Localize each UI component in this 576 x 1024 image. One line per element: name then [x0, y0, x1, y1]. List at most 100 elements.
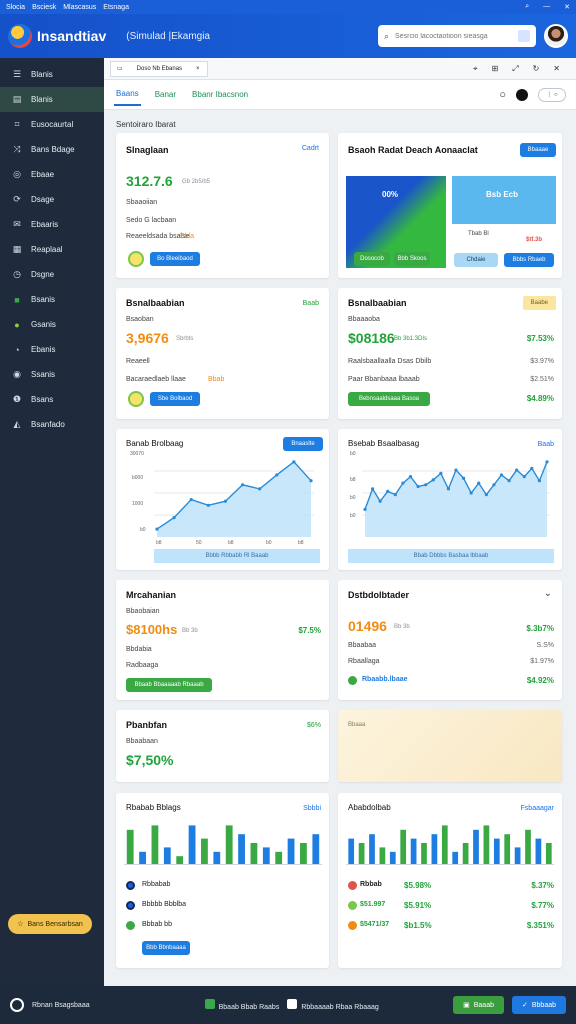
grid-icon[interactable]: ⊞ [491, 64, 498, 74]
footer-item[interactable]: Bbaab Bbab Raabs [204, 999, 279, 1011]
card-link[interactable]: Baab [303, 300, 319, 307]
card-title: Slnaglaan [126, 145, 169, 155]
card-action-button[interactable]: Bo Bleeibaod [150, 252, 200, 266]
card-title: Bsaoh Radat Deach Aonaaclat [348, 145, 478, 155]
search-icon[interactable]: ⌕ [525, 3, 529, 11]
sidebar-item-1[interactable]: ▤ Blanis [0, 87, 104, 112]
kpi-tile[interactable]: 00% Dosocob Bbb Skoos [346, 176, 446, 268]
card-action-button[interactable]: Sbe Bolbaod [150, 392, 200, 406]
kpi-tile[interactable]: Bsb Ecb [452, 176, 556, 224]
bar [452, 851, 459, 865]
card-action-button[interactable]: Bbaaae [520, 143, 556, 157]
mic-icon[interactable] [518, 30, 530, 42]
search-icon[interactable]: ○ [499, 89, 506, 101]
tab-2[interactable]: Bbanr Ibacsnon [190, 84, 250, 105]
card-link[interactable]: Sbbbi [303, 805, 321, 812]
sidebar-item-label: Dsgne [31, 270, 55, 279]
area-chart[interactable] [154, 449, 314, 537]
card-row: Bbaabaa [348, 642, 377, 649]
sidebar-item-6[interactable]: ✉ Ebaaris [0, 212, 104, 237]
card-title: Bsnalbaabian [348, 298, 407, 308]
tab-1[interactable]: Banar [153, 84, 178, 105]
row-label: Rbbab [360, 881, 382, 888]
sidebar-item-label: Reaplaal [31, 245, 63, 254]
sidebar-item-8[interactable]: ◷ Dsgne [0, 262, 104, 287]
refresh-icon[interactable]: ↻ [533, 64, 540, 74]
data-point [363, 507, 367, 511]
settings-icon[interactable] [10, 998, 24, 1012]
close-icon[interactable]: × [196, 66, 200, 72]
close-icon[interactable]: ✕ [564, 3, 570, 11]
bar-chart[interactable] [124, 817, 322, 865]
os-menu-item[interactable]: Bsciesk [32, 4, 56, 11]
row-pct: $.351% [526, 921, 554, 930]
list-icon: ☰ [12, 69, 22, 79]
more-menu-button[interactable]: ⋮ ○ [538, 87, 566, 102]
sidebar-item-5[interactable]: ⟳ Dsage [0, 187, 104, 212]
y-tick: b0 [350, 495, 356, 501]
card-action-button[interactable]: Bbb Bbnbaaaa [142, 941, 190, 955]
sidebar-item-7[interactable]: ▦ Reaplaal [0, 237, 104, 262]
sidebar-item-label: Bsanfado [31, 420, 65, 429]
bar [358, 843, 365, 865]
sidebar-item-3[interactable]: ⤨ Bans Bdage [0, 137, 104, 162]
data-point [469, 491, 473, 495]
pin-icon[interactable]: ⌖ [473, 64, 478, 74]
sidebar-item-12[interactable]: ◉ Ssanis [0, 362, 104, 387]
minimize-icon[interactable]: — [543, 3, 550, 11]
close-icon[interactable]: ✕ [553, 64, 560, 74]
profile-icon[interactable] [516, 88, 528, 101]
kpi-tile-button[interactable]: Chdaie [454, 253, 498, 267]
data-point [240, 483, 245, 487]
bar [473, 829, 479, 865]
card-link[interactable]: Fsbaaagar [521, 805, 554, 812]
sidebar-item-0[interactable]: ☰ Blanis [0, 62, 104, 87]
sidebar-item-11[interactable]: ◔ Ebanis [0, 337, 104, 362]
chart-footer: Bbab Dbbbs Basbaa lbbaab [348, 549, 554, 563]
status-icon [128, 391, 144, 407]
card-link[interactable]: Cadrt [302, 145, 319, 152]
sidebar-item-10[interactable]: ● Gsanis [0, 312, 104, 337]
bar [525, 829, 531, 865]
bar [493, 838, 500, 865]
sidebar-item-2[interactable]: ⌗ Eusocaurtal [0, 112, 104, 137]
sidebar-item-label: Eusocaurtal [31, 120, 74, 129]
card-action-button[interactable]: Bebnsaaldsaaa Basoa [348, 392, 430, 406]
footer-button-primary[interactable]: ▣ Baaab [453, 996, 504, 1014]
promo-button[interactable]: ☆ Bans Bensarbsan [8, 914, 92, 934]
y-tick: 30070 [130, 451, 144, 457]
card-value-sub: Sbrbts [176, 336, 194, 342]
expand-icon[interactable]: ⤢ [512, 64, 518, 74]
file-tab[interactable]: ▭ Doso Nb Ebanas × [110, 60, 208, 77]
footer-item[interactable]: Rbbaaaab Rbaa Rbaaag [287, 999, 379, 1011]
bar [262, 847, 270, 865]
card-action-button[interactable]: Bbaab Bbaaaaab Rbaaab [126, 678, 212, 692]
sidebar-item-14[interactable]: ◭ Bsanfado [0, 412, 104, 437]
kpi-tile-button[interactable]: Dosocob [354, 252, 390, 266]
data-point [537, 479, 542, 483]
os-menu-item[interactable]: Etsnaga [103, 4, 129, 11]
sidebar-item-13[interactable]: ❶ Bsans [0, 387, 104, 412]
row-mid: $b1.5% [404, 921, 432, 930]
data-point [386, 489, 390, 493]
kpi-tile-button[interactable]: Bbbs Rbaeb [504, 253, 554, 267]
card-link[interactable]: Baab [538, 441, 554, 448]
search-input[interactable] [395, 32, 513, 40]
row-pct: $.37% [531, 881, 554, 890]
tab-0[interactable]: Baans [114, 83, 141, 106]
search-box[interactable]: ⌕ [378, 25, 536, 47]
os-menu-item[interactable]: Mlascasus [63, 4, 96, 11]
sidebar-item-4[interactable]: ◎ Ebaae [0, 162, 104, 187]
promo-label: Bans Bensarbsan [27, 920, 83, 928]
os-menu-item[interactable]: Slocia [6, 4, 25, 11]
chevron-down-icon[interactable]: ⌄ [544, 588, 552, 599]
user-avatar[interactable] [544, 24, 568, 48]
footer-button-secondary[interactable]: ✓ Bbbaab [511, 996, 566, 1014]
kpi-tile-button[interactable]: Bbb Skoos [394, 252, 430, 266]
sidebar-item-9[interactable]: ■ Bsanis [0, 287, 104, 312]
card-row-pct: $4.92% [526, 676, 554, 685]
area-chart[interactable] [362, 449, 550, 537]
card-bars-left: Rbabab Bblags Sbbbi Rbbabab Bbbbb Bbblba… [116, 793, 329, 968]
bar-chart[interactable] [346, 817, 554, 865]
data-point [408, 475, 413, 479]
